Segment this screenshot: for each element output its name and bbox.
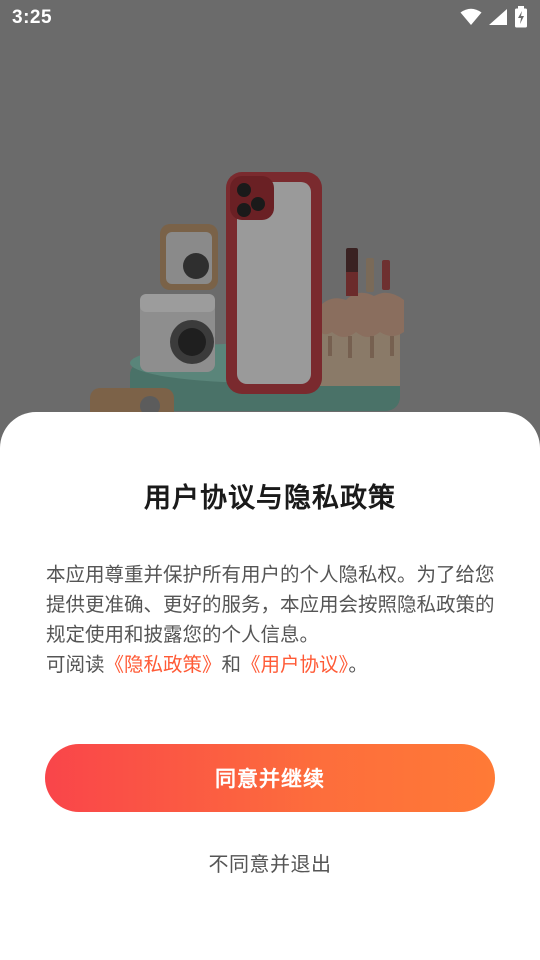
phone-shape (226, 172, 322, 394)
status-time: 3:25 (12, 7, 53, 28)
dialog-body: 本应用尊重并保护所有用户的个人隐私权。为了给您提供更准确、更好的服务，本应用会按… (46, 560, 496, 680)
read-suffix-text: 。 (348, 653, 368, 676)
washer-shape (140, 224, 218, 372)
dialog-body-text: 本应用尊重并保护所有用户的个人隐私权。为了给您提供更准确、更好的服务，本应用会按… (46, 563, 495, 646)
user-agreement-link[interactable]: 《用户协议》 (241, 653, 348, 676)
agree-continue-button[interactable]: 同意并继续 (45, 744, 495, 812)
signal-icon (489, 9, 507, 25)
privacy-dialog: 用户协议与隐私政策 本应用尊重并保护所有用户的个人隐私权。为了给您提供更准确、更… (0, 412, 540, 960)
wifi-icon (460, 8, 482, 25)
shop-stand-shape (318, 292, 404, 386)
dialog-title: 用户协议与隐私政策 (144, 483, 396, 514)
status-bar: 3:25 (0, 0, 540, 36)
lipstick-shape (346, 248, 390, 296)
appliances-illustration (90, 172, 404, 426)
battery-charging-icon (515, 6, 527, 28)
status-icons (460, 6, 528, 28)
decline-exit-button[interactable]: 不同意并退出 (0, 848, 540, 877)
privacy-policy-link[interactable]: 《隐私政策》 (105, 653, 222, 676)
conjunction-text: 和 (221, 653, 242, 676)
read-prefix-text: 可阅读 (46, 653, 105, 676)
